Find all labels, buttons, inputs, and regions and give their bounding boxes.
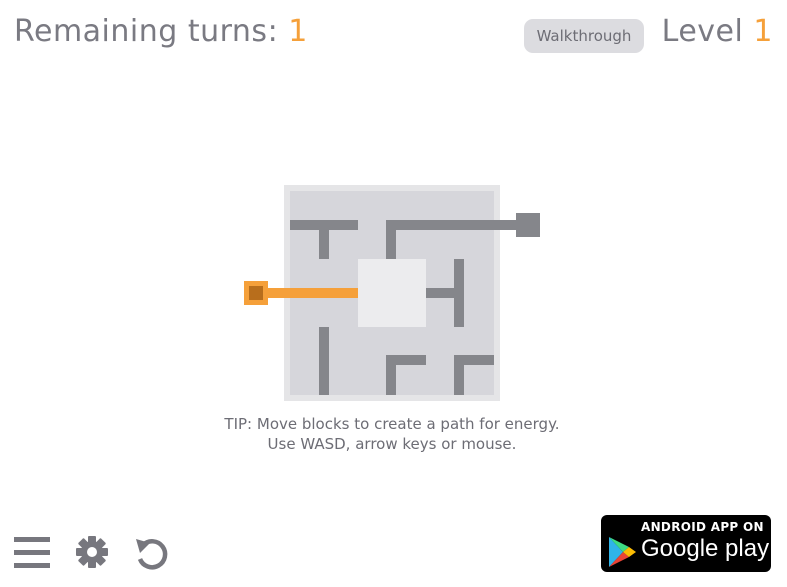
energy-wire [268, 288, 358, 298]
wire-block-t-stem [319, 220, 329, 259]
energy-target-node [516, 213, 540, 237]
store-badge-big-text: Google play [641, 535, 770, 562]
tip-line-1: TIP: Move blocks to create a path for en… [224, 415, 560, 433]
wire-block-corner-leg [386, 220, 396, 259]
hamburger-menu-icon[interactable] [14, 536, 50, 569]
google-play-icon [609, 537, 636, 567]
google-play-badge[interactable]: ANDROID APP ON Google play [601, 515, 771, 572]
wire-block-corner[interactable] [386, 220, 516, 230]
puzzle-board [244, 185, 540, 401]
wire-block-side-t-arm [426, 288, 464, 298]
gear-icon[interactable] [75, 535, 109, 569]
restart-icon[interactable] [133, 535, 169, 571]
tip-text: TIP: Move blocks to create a path for en… [150, 414, 634, 454]
tip-line-2: Use WASD, arrow keys or mouse. [267, 435, 517, 453]
wire-block-vertical[interactable] [319, 327, 329, 395]
energy-source-core [249, 286, 263, 300]
wire-block-corner-2-leg [386, 355, 396, 395]
empty-slot [358, 259, 426, 327]
store-badge-small-text: ANDROID APP ON [641, 520, 764, 534]
wire-block-corner-3-leg [454, 355, 464, 395]
